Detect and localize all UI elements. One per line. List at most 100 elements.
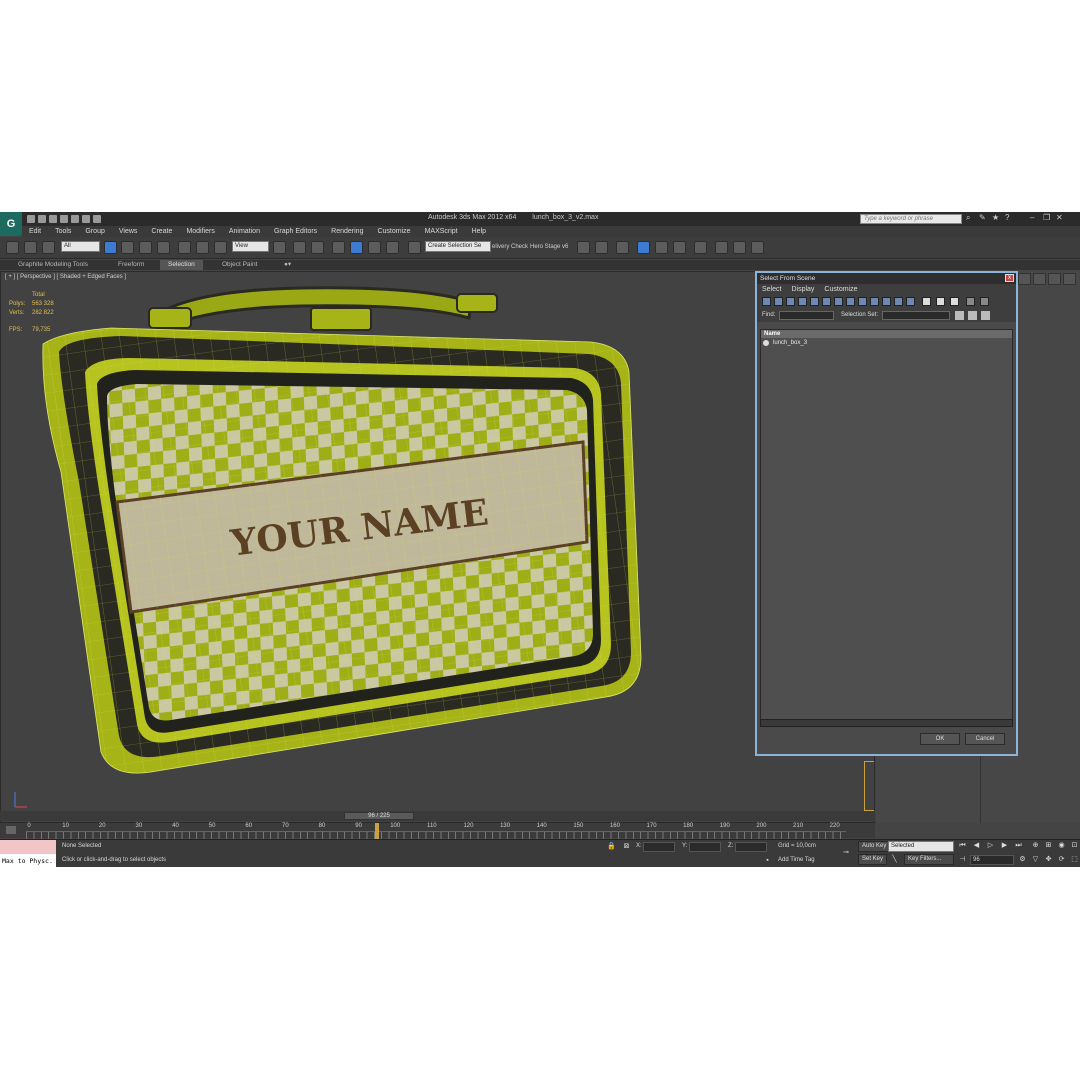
select-object-icon[interactable] [104,241,117,254]
zoom-extents-icon[interactable]: ◉ [1057,841,1066,850]
pivot-center-icon[interactable] [273,241,286,254]
display-all-icon[interactable] [906,297,915,306]
select-all-icon[interactable] [922,297,931,306]
display-frozen-icon[interactable] [882,297,891,306]
move-icon[interactable] [178,241,191,254]
menu-item-animation[interactable]: Animation [222,226,267,237]
z-coordinate-field[interactable] [735,842,767,852]
snaps-toggle-icon[interactable] [332,241,345,254]
dialog-title-bar[interactable]: Select From Scene x [757,273,1016,284]
dialog-menu-customize[interactable]: Customize [819,284,862,295]
auto-key-button[interactable]: Auto Key [858,841,891,852]
selection-set-select[interactable] [882,311,950,320]
select-and-link-icon[interactable] [6,241,19,254]
undo-icon[interactable] [60,215,68,223]
orbit-icon[interactable]: ⟳ [1057,855,1066,864]
menu-item-views[interactable]: Views [112,226,145,237]
y-coordinate-field[interactable] [689,842,721,852]
delete-selection-set-icon[interactable] [981,311,990,320]
percent-snap-icon[interactable] [368,241,381,254]
scale-icon[interactable] [214,241,227,254]
material-editor-icon[interactable] [694,241,707,254]
menu-item-group[interactable]: Group [78,226,111,237]
select-invert-icon[interactable] [950,297,959,306]
display-bones-icon[interactable] [858,297,867,306]
menu-item-customize[interactable]: Customize [370,226,417,237]
load-selection-set-icon[interactable] [968,311,977,320]
edit-named-selection-icon[interactable] [408,241,421,254]
key-filters-button[interactable]: Key Filters... [904,854,954,865]
current-frame-marker[interactable] [375,823,379,839]
filter-icon[interactable] [966,297,975,306]
new-file-icon[interactable] [27,215,35,223]
hierarchy-icon[interactable] [980,297,989,306]
ok-button[interactable]: OK [920,733,960,745]
minimize-icon[interactable]: – [1030,214,1038,222]
time-slider[interactable]: 96 / 225 [0,811,875,821]
rotate-icon[interactable] [196,241,209,254]
dialog-close-button[interactable]: x [1005,274,1014,282]
tab-selection[interactable]: Selection [160,260,203,270]
graphite-toggle-icon[interactable] [637,241,650,254]
cancel-button[interactable]: Cancel [965,733,1005,745]
frame-ruler[interactable] [26,831,846,839]
display-hidden-icon[interactable] [894,297,903,306]
name-column-header[interactable]: Name [761,330,1012,338]
select-and-manipulate-icon[interactable] [293,241,306,254]
display-lights-icon[interactable] [786,297,795,306]
rendered-frame-window-icon[interactable] [733,241,746,254]
curve-editor-icon[interactable] [655,241,668,254]
app-logo-icon[interactable]: G [0,212,22,236]
display-spacewarps-icon[interactable] [822,297,831,306]
find-input[interactable] [779,311,834,320]
delivery-check-label[interactable]: elivery Check [492,244,528,250]
selection-lock-icon[interactable]: 🔒 [607,842,616,851]
select-none-icon[interactable] [936,297,945,306]
field-of-view-icon[interactable]: ▽ [1031,855,1040,864]
menu-item-help[interactable]: Help [465,226,493,237]
window-crossing-icon[interactable] [157,241,170,254]
key-mode-toggle-icon[interactable]: ⊣ [958,855,967,864]
named-selection-set-select[interactable]: Create Selection Se [425,241,491,252]
motion-tab-icon[interactable] [1063,273,1076,285]
menu-item-graph-editors[interactable]: Graph Editors [267,226,324,237]
open-file-icon[interactable] [38,215,46,223]
display-shapes-icon[interactable] [774,297,783,306]
display-geometry-icon[interactable] [762,297,771,306]
time-tag-icon[interactable]: ▪ [763,856,772,865]
display-xrefs-icon[interactable] [846,297,855,306]
subscription-icon[interactable]: ✎ [979,214,987,222]
display-groups-icon[interactable] [834,297,843,306]
x-coordinate-field[interactable] [643,842,675,852]
project-folder-icon[interactable] [82,215,90,223]
menu-item-maxscript[interactable]: MAXScript [418,226,465,237]
current-frame-field[interactable]: 96 [970,855,1014,865]
tab-graphite-modeling-tools[interactable]: Graphite Modeling Tools [10,260,96,270]
hero-stage-label[interactable]: Hero Stage v6 [530,244,568,250]
keyboard-shortcut-icon[interactable] [311,241,324,254]
restore-icon[interactable]: ❐ [1043,214,1051,222]
tab-object-paint[interactable]: Object Paint [214,260,265,270]
maximize-viewport-icon[interactable]: ⬚ [1070,855,1079,864]
selection-filter-select[interactable]: All [61,241,100,252]
time-configuration-icon[interactable]: ⚙ [1018,855,1027,864]
absolute-mode-icon[interactable]: ⊠ [622,842,631,851]
maxscript-listener-output[interactable] [0,840,56,854]
modify-tab-icon[interactable] [1033,273,1046,285]
workspace-icon[interactable] [93,215,101,223]
list-item[interactable]: lunch_box_3 [761,338,1012,348]
object-list[interactable]: Name lunch_box_3 [760,329,1013,726]
unlink-icon[interactable] [24,241,37,254]
menu-item-rendering[interactable]: Rendering [324,226,370,237]
key-mode-select[interactable]: Selected [888,841,954,852]
track-bar[interactable]: 0 10 20 30 40 50 60 70 80 90 100 110 120 130 140 150 160… [0,822,875,839]
display-cameras-icon[interactable] [798,297,807,306]
dialog-menu-display[interactable]: Display [786,284,819,295]
render-setup-icon[interactable] [715,241,728,254]
set-key-button[interactable]: Set Key [858,854,888,865]
previous-frame-icon[interactable]: ◀ [972,841,981,850]
redo-icon[interactable] [71,215,79,223]
reference-coordinate-select[interactable]: View [232,241,269,252]
communication-icon[interactable]: ★ [992,214,1000,222]
menu-item-edit[interactable]: Edit [22,226,48,237]
